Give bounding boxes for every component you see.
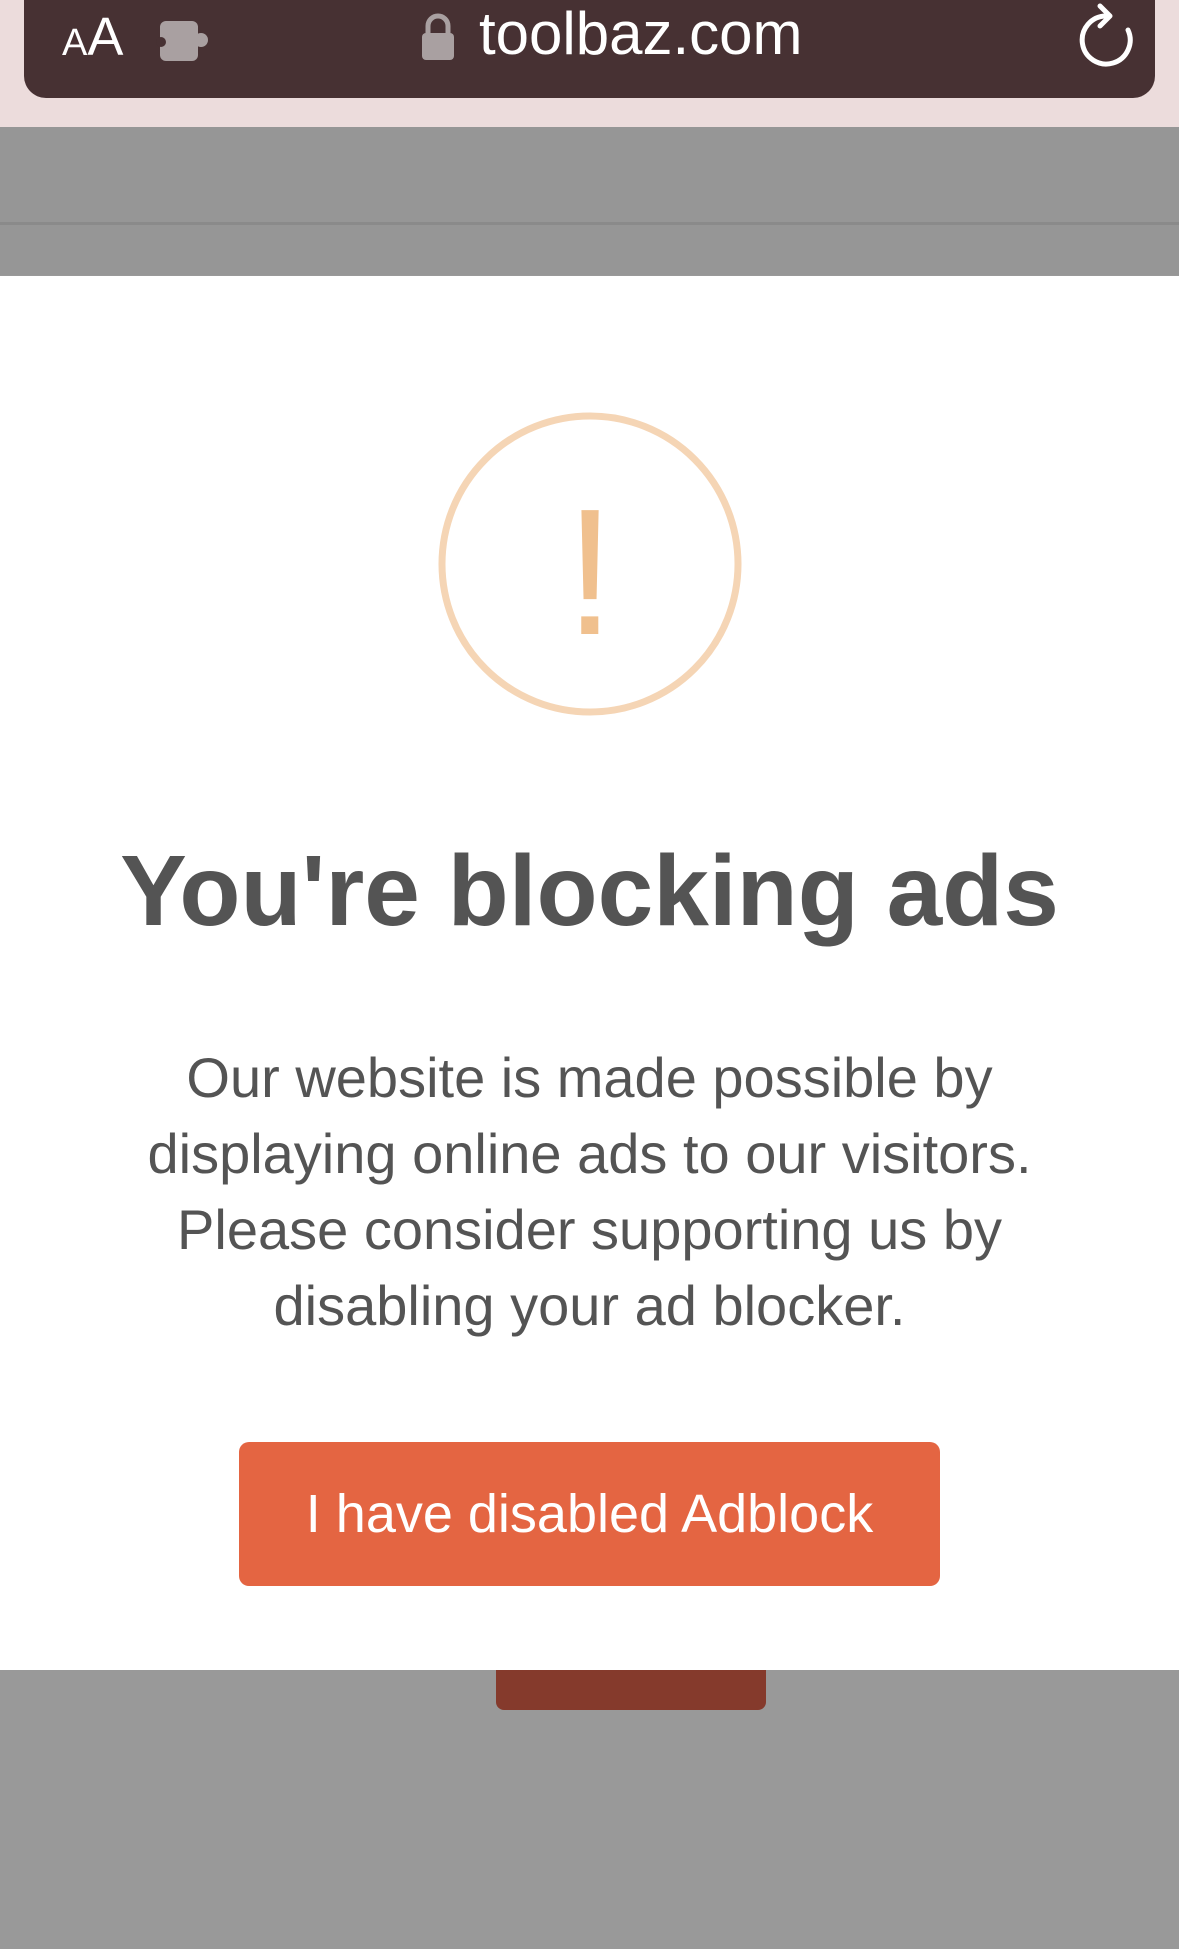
url-text[interactable]: toolbaz.com — [479, 4, 803, 64]
adblock-modal: ! You're blocking ads Our website is mad… — [0, 276, 1179, 1670]
text-size-small-label: A — [62, 22, 88, 64]
exclamation-circle-icon: ! — [438, 412, 742, 716]
disabled-adblock-button[interactable]: I have disabled Adblock — [239, 1442, 940, 1586]
extension-puzzle-icon[interactable] — [156, 15, 216, 65]
modal-message: Our website is made possible by displayi… — [147, 1046, 1032, 1337]
text-size-big-label: A — [87, 7, 124, 67]
text-size-icon[interactable]: AA — [62, 10, 123, 64]
modal-title: You're blocking ads — [120, 835, 1059, 947]
site-header-overlay — [0, 127, 1179, 275]
lock-icon — [422, 13, 454, 60]
exclamation-mark: ! — [565, 472, 615, 673]
header-divider — [0, 222, 1179, 225]
reload-icon[interactable] — [1076, 2, 1136, 68]
address-bar[interactable]: AA toolbaz.com — [24, 0, 1155, 98]
browser-chrome: AA toolbaz.com — [0, 0, 1179, 127]
background-button — [496, 1670, 766, 1710]
